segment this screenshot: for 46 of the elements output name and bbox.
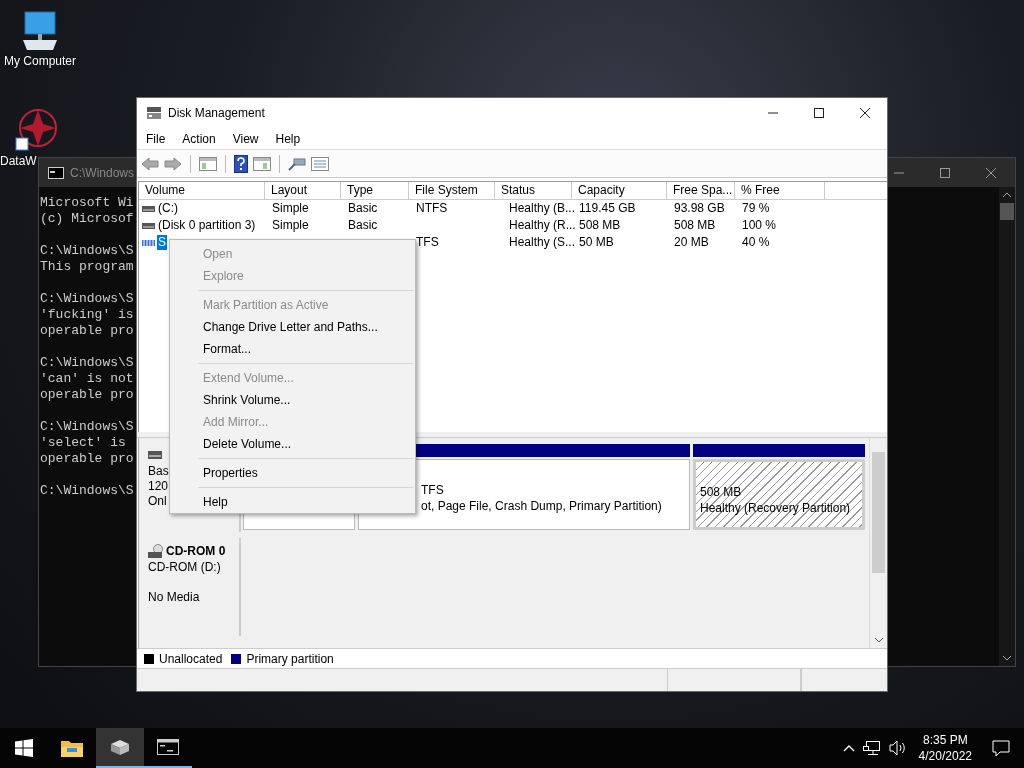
console-line: 'fucking' is bbox=[40, 307, 135, 323]
console-line: operable pro bbox=[40, 387, 135, 403]
table-cell-text: NTFS bbox=[415, 200, 449, 217]
table-cell-text: 79 % bbox=[741, 200, 771, 217]
partition-text: ot, Page File, Crash Dump, Primary Partition) bbox=[421, 498, 663, 514]
console-line: C:\Windows\S bbox=[40, 355, 135, 371]
legend-label: Primary partition bbox=[246, 651, 334, 666]
console-line: C:\Windows\S bbox=[40, 291, 135, 307]
table-cell-text: TFS bbox=[415, 234, 440, 251]
table-cell-text: Simple bbox=[271, 200, 310, 217]
console-line: This program bbox=[40, 259, 135, 275]
partition-text: TFS bbox=[421, 482, 445, 498]
clock-time: 8:35 PM bbox=[922, 732, 968, 748]
disk-status: Onl bbox=[148, 494, 167, 509]
console-line: 'can' is not bbox=[40, 371, 135, 387]
console-line: 'select' is bbox=[40, 435, 127, 451]
console-line: operable pro bbox=[40, 323, 135, 339]
disk-size: 120 bbox=[148, 479, 169, 494]
disk-type: Bas bbox=[148, 464, 169, 479]
table-cell-text: 20 MB bbox=[673, 234, 710, 251]
disk-name: CD-ROM 0 bbox=[166, 544, 226, 558]
partition-text: Healthy (Recovery Partition) bbox=[700, 500, 852, 516]
window-title: Disk Management bbox=[168, 106, 265, 120]
table-cell-text: 93.98 GB bbox=[673, 200, 726, 217]
table-cell-text: 119.45 GB bbox=[578, 200, 637, 217]
console-line: operable pro bbox=[40, 451, 135, 467]
table-cell-text: 100 % bbox=[741, 217, 778, 234]
console-line: Microsoft Wi bbox=[40, 195, 135, 211]
disk-status: No Media bbox=[148, 590, 200, 605]
clock-date: 4/20/2022 bbox=[918, 748, 972, 764]
console-line: C:\Windows\S bbox=[40, 483, 135, 499]
partition-text: 508 MB bbox=[700, 484, 743, 500]
disk-type: CD-ROM (D:) bbox=[148, 560, 221, 575]
console-line: C:\Windows\S bbox=[40, 419, 135, 435]
console-line: (c) Microsof bbox=[40, 211, 135, 227]
table-cell-text: 40 % bbox=[741, 234, 771, 251]
table-cell-text: Basic bbox=[347, 200, 379, 217]
table-cell-text: Simple bbox=[271, 217, 310, 234]
table-cell-text: 50 MB bbox=[578, 234, 615, 251]
console-line: C:\Windows\S bbox=[40, 243, 135, 259]
table-cell-text: Basic bbox=[347, 217, 379, 234]
table-cell-text: Healthy (S... bbox=[508, 234, 572, 251]
table-cell-text: Healthy (B... bbox=[508, 200, 572, 217]
table-cell-text: 508 MB bbox=[673, 217, 717, 234]
legend-label: Unallocated bbox=[159, 651, 223, 666]
window-title: C:\Windows bbox=[70, 165, 134, 180]
